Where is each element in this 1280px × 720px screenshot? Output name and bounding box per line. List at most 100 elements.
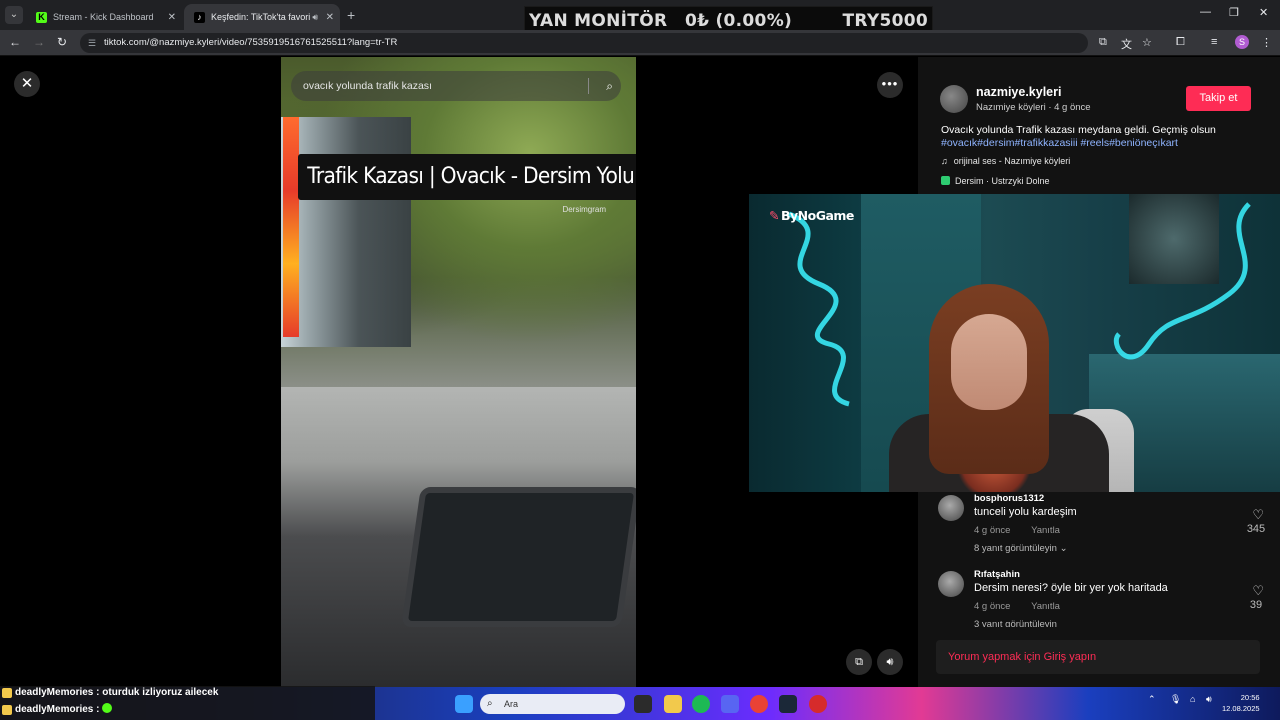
comment-meta: 4 g önce Yanıtla [974, 601, 1060, 612]
bookmark-star-icon[interactable]: ☆ [1142, 36, 1152, 49]
chat-username: deadlyMemories [15, 704, 94, 715]
author-subtitle: Nazımiye köyleri · 4 g önce [976, 102, 1091, 113]
tab-kick-dashboard[interactable]: K Stream - Kick Dashboard ✕ [26, 4, 182, 30]
chat-message: deadlyMemories : oturduk izliyoruz ailec… [0, 685, 218, 701]
task-view-icon[interactable] [634, 695, 652, 713]
comment-avatar[interactable] [938, 571, 964, 597]
new-tab-button[interactable]: + [347, 7, 355, 23]
tab-tiktok[interactable]: ♪ Keşfedin: TikTok'ta favori vi 🔊︎ ✕ [184, 4, 340, 30]
heart-icon[interactable]: ♡ [1252, 583, 1264, 599]
view-replies-button[interactable]: 3 yanıt görüntüleyin [974, 619, 1057, 627]
author-avatar[interactable] [940, 85, 968, 113]
profile-avatar[interactable]: S [1235, 35, 1249, 49]
extensions-icon[interactable]: ⧠ [1176, 36, 1185, 49]
taskbar-search-input[interactable]: ⌕ Ara [480, 694, 625, 714]
comment-time: 4 g önce [974, 525, 1011, 536]
start-button[interactable] [455, 695, 473, 713]
author-name[interactable]: nazmiye.kyleri [976, 85, 1061, 99]
streamer-face [951, 314, 1027, 410]
network-icon[interactable]: ⌂ [1190, 694, 1195, 704]
site-info-icon[interactable]: ☰ [88, 33, 96, 53]
tab-search-button[interactable]: ⌄ [5, 6, 23, 24]
taskbar-clock[interactable]: 20:56 12.08.2025 [1222, 692, 1260, 714]
location-link[interactable]: Dersim · Ustrzyki Dolne [941, 176, 1050, 186]
kick-favicon-icon: K [36, 11, 47, 23]
volume-icon[interactable]: 🔊︎ [1206, 694, 1212, 705]
comment-text: Dersim neresi? öyle bir yer yok haritada [974, 582, 1168, 594]
tiktok-favicon-icon: ♪ [194, 11, 205, 23]
comment-avatar[interactable] [938, 495, 964, 521]
music-link[interactable]: ♫ orijinal ses - Nazımiye köyleri [941, 156, 1070, 166]
video-player[interactable]: ovacık yolunda trafik kazası ⌕ Trafik Ka… [281, 57, 636, 687]
post-hashtags[interactable]: #ovacık#dersim#trafikkazasiii #reels#ben… [941, 137, 1178, 149]
screen: ⌄ K Stream - Kick Dashboard ✕ ♪ Keşfedin… [0, 0, 1280, 720]
comment-username[interactable]: Rıfatşahin [974, 569, 1020, 580]
url-text: tiktok.com/@nazmiye.kyleri/video/7535919… [104, 37, 398, 48]
speaker-icon[interactable]: 🔊︎ [312, 12, 318, 23]
chat-message: deadlyMemories : [0, 702, 113, 718]
volume-button[interactable]: 🔊︎ [877, 649, 903, 675]
chevron-down-icon: ⌄ [1059, 543, 1068, 554]
view-replies-button[interactable]: 8 yanıt görüntüleyin ⌄ [974, 543, 1068, 554]
heart-icon[interactable]: ♡ [1252, 507, 1264, 523]
like-count: 39 [1249, 599, 1263, 611]
webcam-logo: ✎ ByNoGame [769, 208, 854, 223]
ticker-change: 0₺ (0.00%) [685, 11, 793, 31]
close-tab-icon[interactable]: ✕ [326, 12, 334, 23]
chat-badge-icon [2, 705, 12, 715]
minimize-icon[interactable]: — [1200, 6, 1211, 18]
comment-meta: 4 g önce Yanıtla [974, 525, 1060, 536]
reply-button[interactable]: Yanıtla [1031, 601, 1060, 612]
comment-username[interactable]: bosphorus1312 [974, 493, 1044, 504]
video-watermark: Dersimgram [562, 205, 606, 214]
view-replies-label: 3 yanıt görüntüleyin [974, 619, 1057, 627]
file-explorer-icon[interactable] [664, 695, 682, 713]
app-icon[interactable] [809, 695, 827, 713]
like-count: 345 [1246, 523, 1266, 535]
search-query: ovacık yolunda trafik kazası [303, 80, 432, 92]
comment-time: 4 g önce [974, 601, 1011, 612]
video-frame-truck-stripe [283, 117, 299, 337]
kick-emote-icon [102, 703, 113, 713]
kick-logo-icon: ✎ [769, 208, 779, 223]
chat-text: oturduk izliyoruz ailecek [102, 687, 219, 698]
login-to-comment-button[interactable]: Yorum yapmak için Giriş yapın [936, 640, 1260, 674]
comment-item: bosphorus1312 tunceli yolu kardeşim 4 g … [938, 493, 1268, 563]
close-video-button[interactable]: ✕ [14, 71, 40, 97]
reading-list-icon[interactable]: ≡ [1211, 36, 1217, 48]
view-replies-label: 8 yanıt görüntüleyin [974, 543, 1057, 554]
close-tab-icon[interactable]: ✕ [168, 12, 176, 23]
translate-icon[interactable]: 文 [1121, 36, 1132, 52]
taskbar-search-placeholder: Ara [504, 699, 519, 709]
follow-button[interactable]: Takip et [1186, 86, 1251, 111]
address-bar[interactable]: ☰ tiktok.com/@nazmiye.kyleri/video/75359… [80, 33, 1088, 53]
reload-icon[interactable]: ↻ [57, 35, 67, 49]
browser-toolbar: ← → ↻ ☰ tiktok.com/@nazmiye.kyleri/video… [0, 30, 1280, 56]
discord-icon[interactable] [721, 695, 739, 713]
tab-title: Keşfedin: TikTok'ta favori vi [211, 12, 311, 22]
spotify-icon[interactable] [692, 695, 710, 713]
post-description: Ovacık yolunda Trafik kazası meydana gel… [941, 124, 1216, 136]
search-input[interactable]: ovacık yolunda trafik kazası ⌕ [291, 71, 621, 101]
streamer [889, 284, 1134, 492]
floating-player-button[interactable]: ⧉ [846, 649, 872, 675]
streamer-webcam-overlay: ✎ ByNoGame [749, 194, 1280, 492]
back-icon[interactable]: ← [9, 35, 21, 49]
screen-cast-icon[interactable]: ⧉ [1099, 36, 1107, 49]
chat-username: deadlyMemories [15, 687, 94, 698]
menu-kebab-icon[interactable]: ⋮ [1261, 36, 1272, 49]
clock-time: 20:56 [1240, 693, 1260, 702]
chrome-icon[interactable] [750, 695, 768, 713]
reply-button[interactable]: Yanıtla [1031, 525, 1060, 536]
tray-chevron-icon[interactable]: ⌃ [1148, 694, 1156, 705]
close-window-icon[interactable]: ✕ [1259, 6, 1268, 19]
ticker-balance: TRY5000 [842, 11, 928, 31]
steam-icon[interactable] [779, 695, 797, 713]
search-icon[interactable]: ⌕ [606, 71, 613, 101]
maximize-icon[interactable]: ❐ [1229, 6, 1239, 19]
clock-date: 12.08.2025 [1222, 704, 1260, 713]
mic-icon[interactable]: 🎙︎ [1170, 694, 1181, 705]
location-text: Dersim · Ustrzyki Dolne [955, 176, 1050, 186]
forward-icon[interactable]: → [33, 35, 45, 49]
more-options-button[interactable]: ••• [877, 72, 903, 98]
